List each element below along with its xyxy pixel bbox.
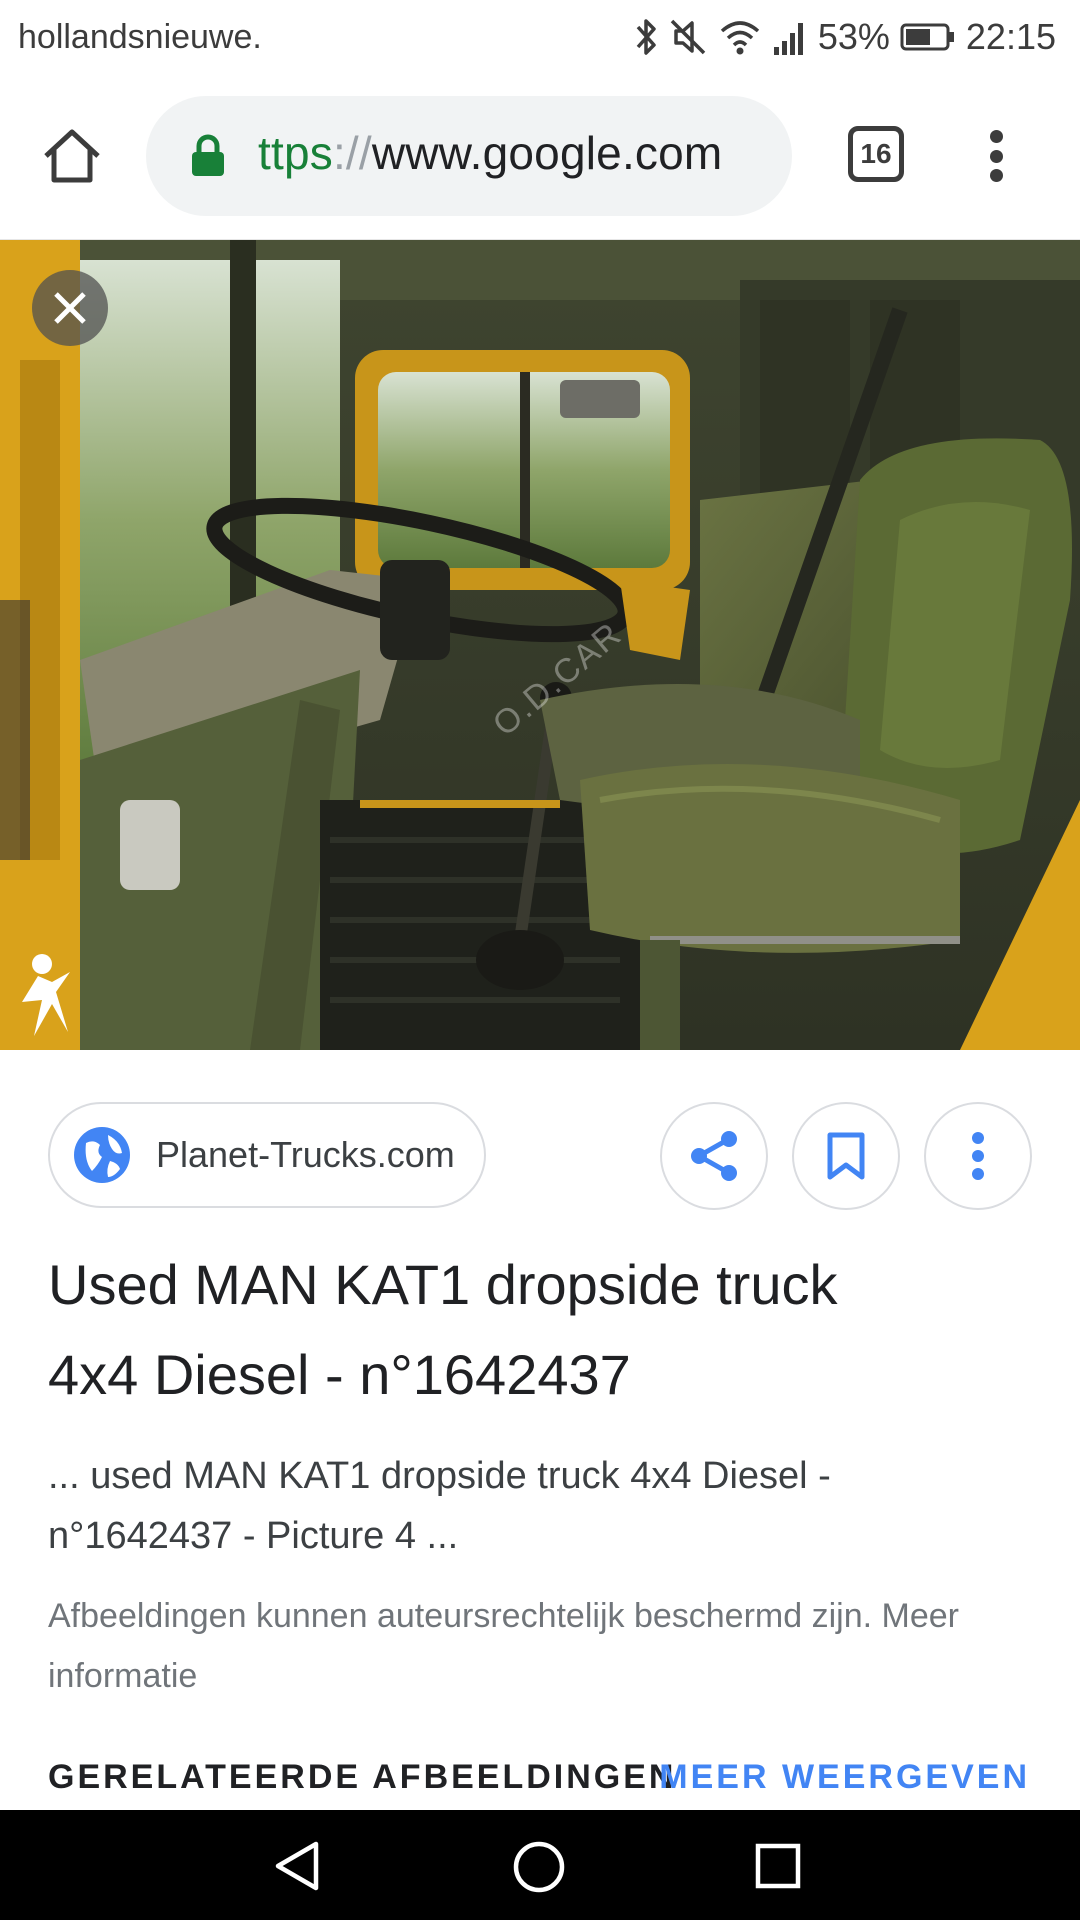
snippet-line-2: n°1642437 - Picture 4 ... [48, 1515, 459, 1557]
snippet-line-1: ... used MAN KAT1 dropside truck 4x4 Die… [48, 1455, 831, 1497]
home-button[interactable] [36, 120, 108, 192]
close-icon [54, 292, 86, 324]
result-title[interactable]: Used MAN KAT1 dropside truck 4x4 Diesel … [48, 1240, 1038, 1420]
show-more-link[interactable]: MEER WEERGEVEN [659, 1758, 1030, 1797]
lock-icon [192, 134, 224, 176]
system-nav-bar [0, 1810, 1080, 1920]
clock: 22:15 [965, 16, 1056, 57]
signal-icon [773, 23, 803, 55]
close-viewer-button[interactable] [32, 270, 108, 346]
truck-cab-photo [0, 240, 1080, 1050]
battery-percent: 53% [817, 16, 890, 57]
carrier-name: hollandsnieuwe. [18, 18, 262, 56]
url-separator: :// [332, 127, 372, 179]
wifi-icon [720, 21, 760, 55]
share-button[interactable] [660, 1102, 768, 1210]
omnibox[interactable]: ttps://www.google.com [146, 96, 792, 216]
result-title-line-2: 4x4 Diesel - n°1642437 [48, 1343, 631, 1406]
browser-menu-button[interactable] [976, 124, 1016, 188]
copyright-line-1: Afbeeldingen kunnen auteursrechtelijk be… [48, 1597, 959, 1635]
recents-icon[interactable] [754, 1842, 802, 1890]
result-actions: Planet-Trucks.com [0, 1102, 1080, 1210]
browser-toolbar: ttps://www.google.com 16 [0, 74, 1080, 240]
result-title-line-1: Used MAN KAT1 dropside truck [48, 1253, 838, 1316]
more-vert-icon [972, 1132, 984, 1180]
url-host: www.google.com [371, 127, 723, 179]
mute-icon [670, 19, 706, 55]
globe-icon [74, 1127, 130, 1183]
status-bar: hollandsnieuwe. 53% 22:15 [0, 0, 1080, 74]
save-button[interactable] [792, 1102, 900, 1210]
url-text: ttps://www.google.com [258, 126, 722, 180]
more-options-button[interactable] [924, 1102, 1032, 1210]
status-icons: 53% 22:15 [634, 12, 1056, 62]
tab-switcher-button[interactable]: 16 [848, 126, 904, 182]
bookmark-icon [827, 1132, 865, 1180]
walking-figure-logo-icon [22, 954, 70, 1036]
source-chip[interactable]: Planet-Trucks.com [48, 1102, 486, 1208]
back-icon[interactable] [272, 1840, 322, 1892]
share-icon [691, 1131, 737, 1181]
tab-count: 16 [860, 138, 892, 169]
image-viewer[interactable]: O.D.CAR [0, 240, 1080, 1050]
more-vert-icon [989, 130, 1003, 143]
copyright-notice[interactable]: Afbeeldingen kunnen auteursrechtelijk be… [48, 1586, 1038, 1706]
bluetooth-icon [636, 19, 656, 55]
battery-icon [900, 23, 954, 51]
home-icon [44, 129, 100, 183]
source-label: Planet-Trucks.com [156, 1134, 455, 1175]
related-images-heading: GERELATEERDE AFBEELDINGEN [48, 1758, 677, 1796]
result-snippet: ... used MAN KAT1 dropside truck 4x4 Die… [48, 1446, 1038, 1566]
copyright-line-2: informatie [48, 1657, 198, 1695]
url-scheme: ttps [258, 127, 333, 179]
home-circle-icon[interactable] [512, 1840, 566, 1894]
